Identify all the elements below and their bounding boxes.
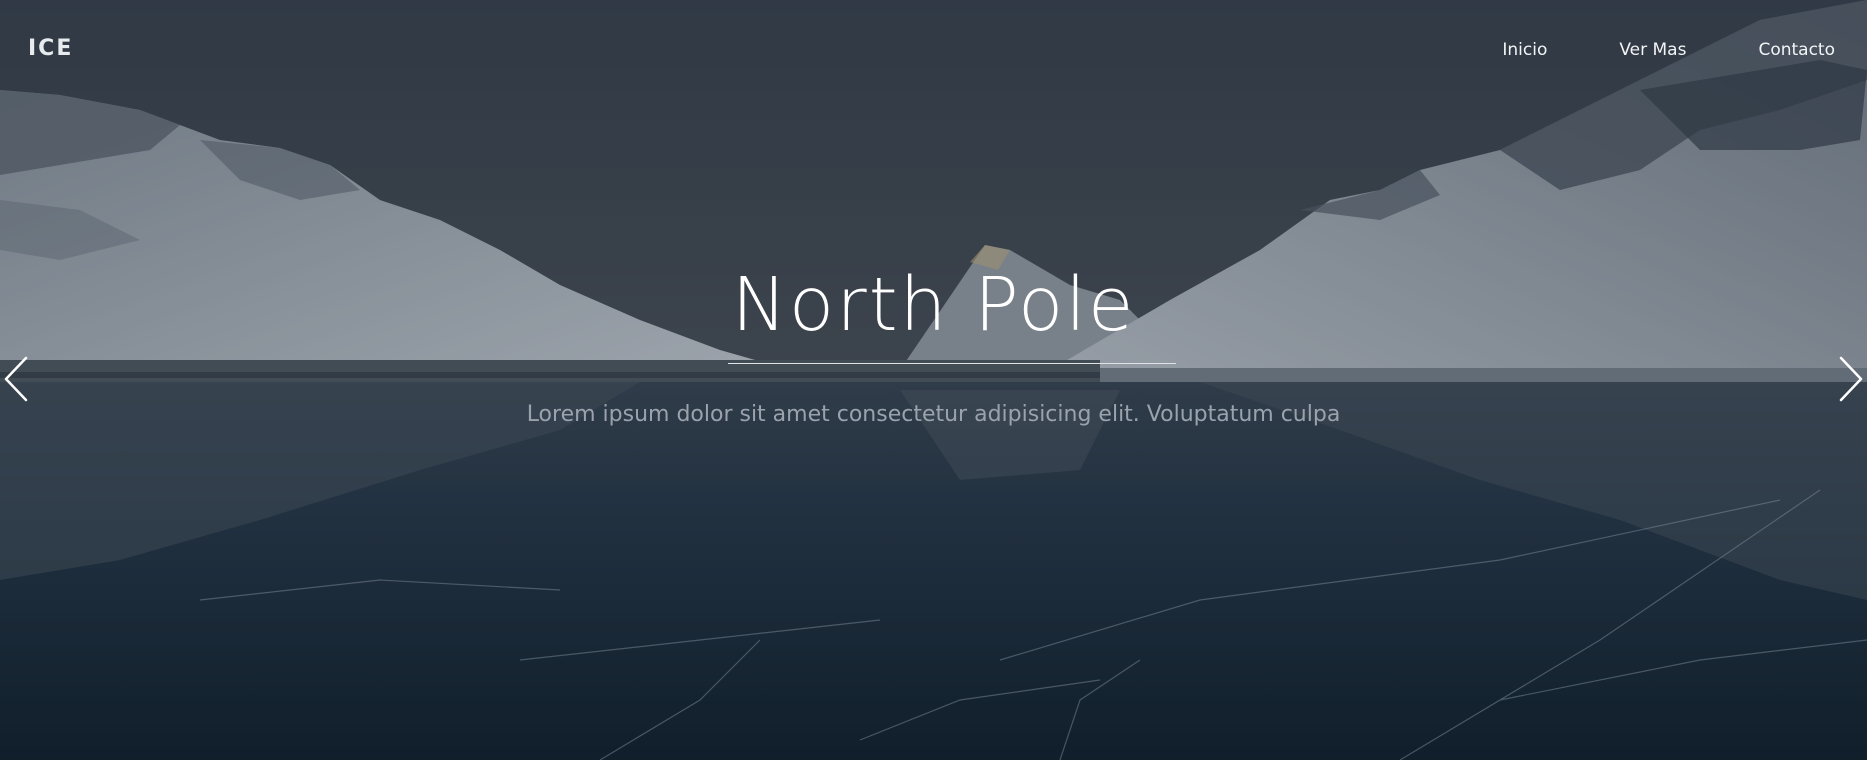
nav-item-ver-mas[interactable]: Ver Mas — [1619, 40, 1686, 60]
next-slide-button[interactable] — [1837, 352, 1867, 406]
nav-item-contacto[interactable]: Contacto — [1758, 40, 1835, 60]
chevron-left-icon — [4, 356, 28, 402]
brand-logo[interactable]: ICE — [28, 36, 73, 61]
title-divider — [728, 363, 1176, 364]
hero-slider: ICE Inicio Ver Mas Contacto North Pole L… — [0, 0, 1867, 760]
hero-title: North Pole — [731, 262, 1136, 348]
main-nav: Inicio Ver Mas Contacto — [1502, 40, 1835, 60]
page-bottom-edge — [0, 760, 1867, 764]
chevron-right-icon — [1839, 356, 1863, 402]
dark-overlay — [0, 0, 1867, 760]
nav-item-inicio[interactable]: Inicio — [1502, 40, 1547, 60]
prev-slide-button[interactable] — [0, 352, 30, 406]
hero-subtitle: Lorem ipsum dolor sit amet consectetur a… — [526, 402, 1341, 427]
